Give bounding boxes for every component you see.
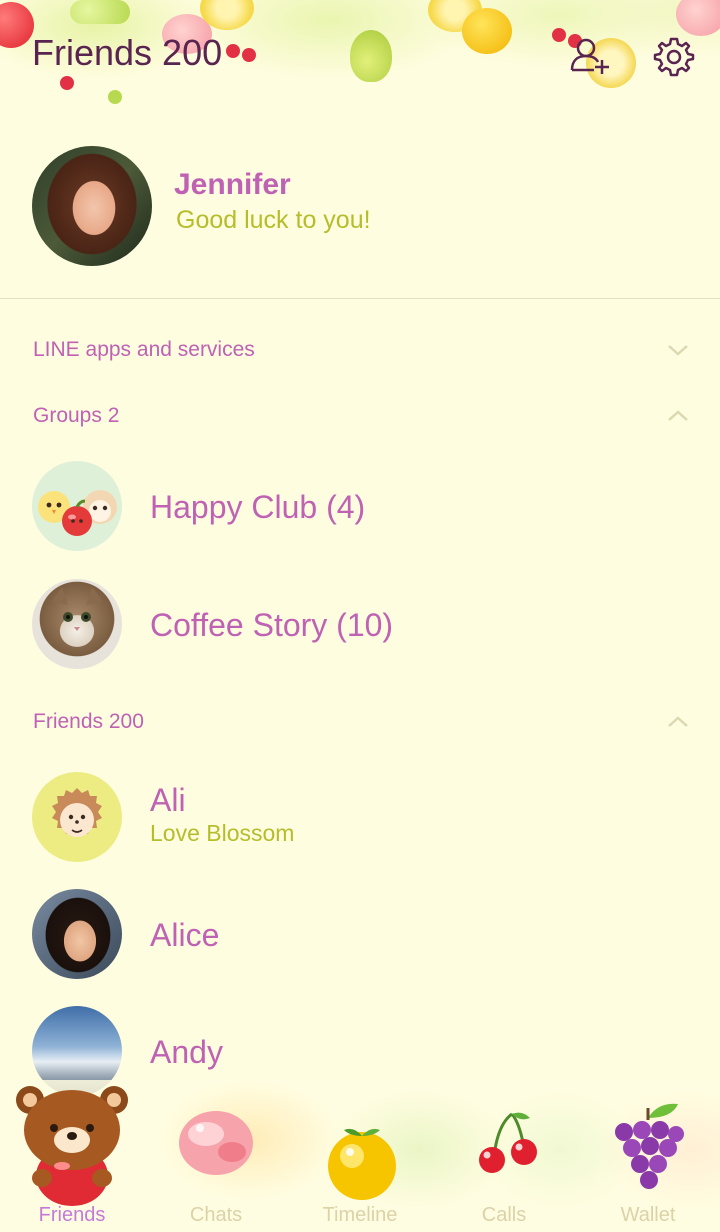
- profile-name: Jennifer: [174, 168, 291, 201]
- tab-label: Calls: [481, 1204, 527, 1226]
- orange-decoration: [462, 8, 512, 54]
- friend-avatar: [32, 889, 122, 979]
- friend-name: Ali: [150, 782, 186, 818]
- section-label: Friends 200: [33, 710, 144, 733]
- list-item[interactable]: Alice: [0, 879, 720, 989]
- friend-name: Andy: [150, 1034, 223, 1070]
- apple-decoration: [0, 2, 34, 48]
- chevron-up-icon: [668, 410, 688, 421]
- tab-label: Timeline: [322, 1204, 398, 1226]
- cherry-decoration: [226, 44, 240, 58]
- tab-timeline[interactable]: Timeline: [288, 1080, 432, 1232]
- grape-decoration: [70, 0, 130, 24]
- tab-bar: Friends Chats Timeline Calls Wallet: [0, 1080, 720, 1232]
- add-friend-icon: [570, 38, 609, 74]
- header: Friends 200: [0, 0, 720, 110]
- cherry-decoration: [552, 28, 566, 42]
- profile-status: Good luck to you!: [176, 206, 371, 234]
- chevron-down-icon: [668, 345, 688, 356]
- orange-icon: [328, 1128, 396, 1200]
- peach-decoration: [676, 0, 720, 36]
- group-name: Happy Club (4): [150, 489, 366, 525]
- gear-icon: [653, 37, 695, 77]
- tab-calls[interactable]: Calls: [432, 1080, 576, 1232]
- tab-label: Wallet: [620, 1204, 676, 1226]
- my-profile[interactable]: Jennifer Good luck to you!: [0, 140, 720, 298]
- section-header-services[interactable]: LINE apps and services: [0, 330, 720, 370]
- avatar: [32, 146, 152, 266]
- characters-icon: [38, 490, 117, 536]
- grape-decoration: [108, 90, 122, 104]
- friend-avatar: [32, 772, 122, 862]
- section-header-groups[interactable]: Groups 2: [0, 396, 720, 436]
- tab-friends[interactable]: Friends: [0, 1080, 144, 1232]
- section-label: Groups 2: [33, 404, 120, 427]
- cat-icon: [52, 587, 102, 631]
- peach-icon: [179, 1111, 253, 1175]
- list-item[interactable]: Happy Club (4): [0, 451, 720, 561]
- list-item[interactable]: Ali Love Blossom: [0, 762, 720, 872]
- group-avatar: [32, 579, 122, 669]
- cherry-icon: [479, 1112, 537, 1173]
- cherry-decoration: [242, 48, 256, 62]
- group-avatar: [32, 461, 122, 551]
- tab-label: Friends: [38, 1204, 106, 1226]
- list-item[interactable]: Coffee Story (10): [0, 569, 720, 679]
- section-label: LINE apps and services: [33, 338, 255, 361]
- tab-chats[interactable]: Chats: [144, 1080, 288, 1232]
- divider: [0, 298, 720, 299]
- grapes-icon: [615, 1103, 684, 1189]
- tab-label: Chats: [189, 1204, 243, 1226]
- pear-decoration: [350, 30, 392, 82]
- section-header-friends[interactable]: Friends 200: [0, 702, 720, 742]
- group-name: Coffee Story (10): [150, 607, 394, 643]
- tab-wallet[interactable]: Wallet: [576, 1080, 720, 1232]
- page-title: Friends 200: [32, 32, 223, 73]
- chevron-up-icon: [668, 716, 688, 727]
- friend-name: Alice: [150, 917, 220, 953]
- friend-status: Love Blossom: [150, 820, 295, 846]
- bear-apple-icon: [16, 1086, 128, 1206]
- settings-button[interactable]: [652, 34, 696, 78]
- berry-decoration: [60, 76, 74, 90]
- hedgehog-icon: [52, 788, 102, 837]
- add-friend-button[interactable]: [568, 34, 612, 78]
